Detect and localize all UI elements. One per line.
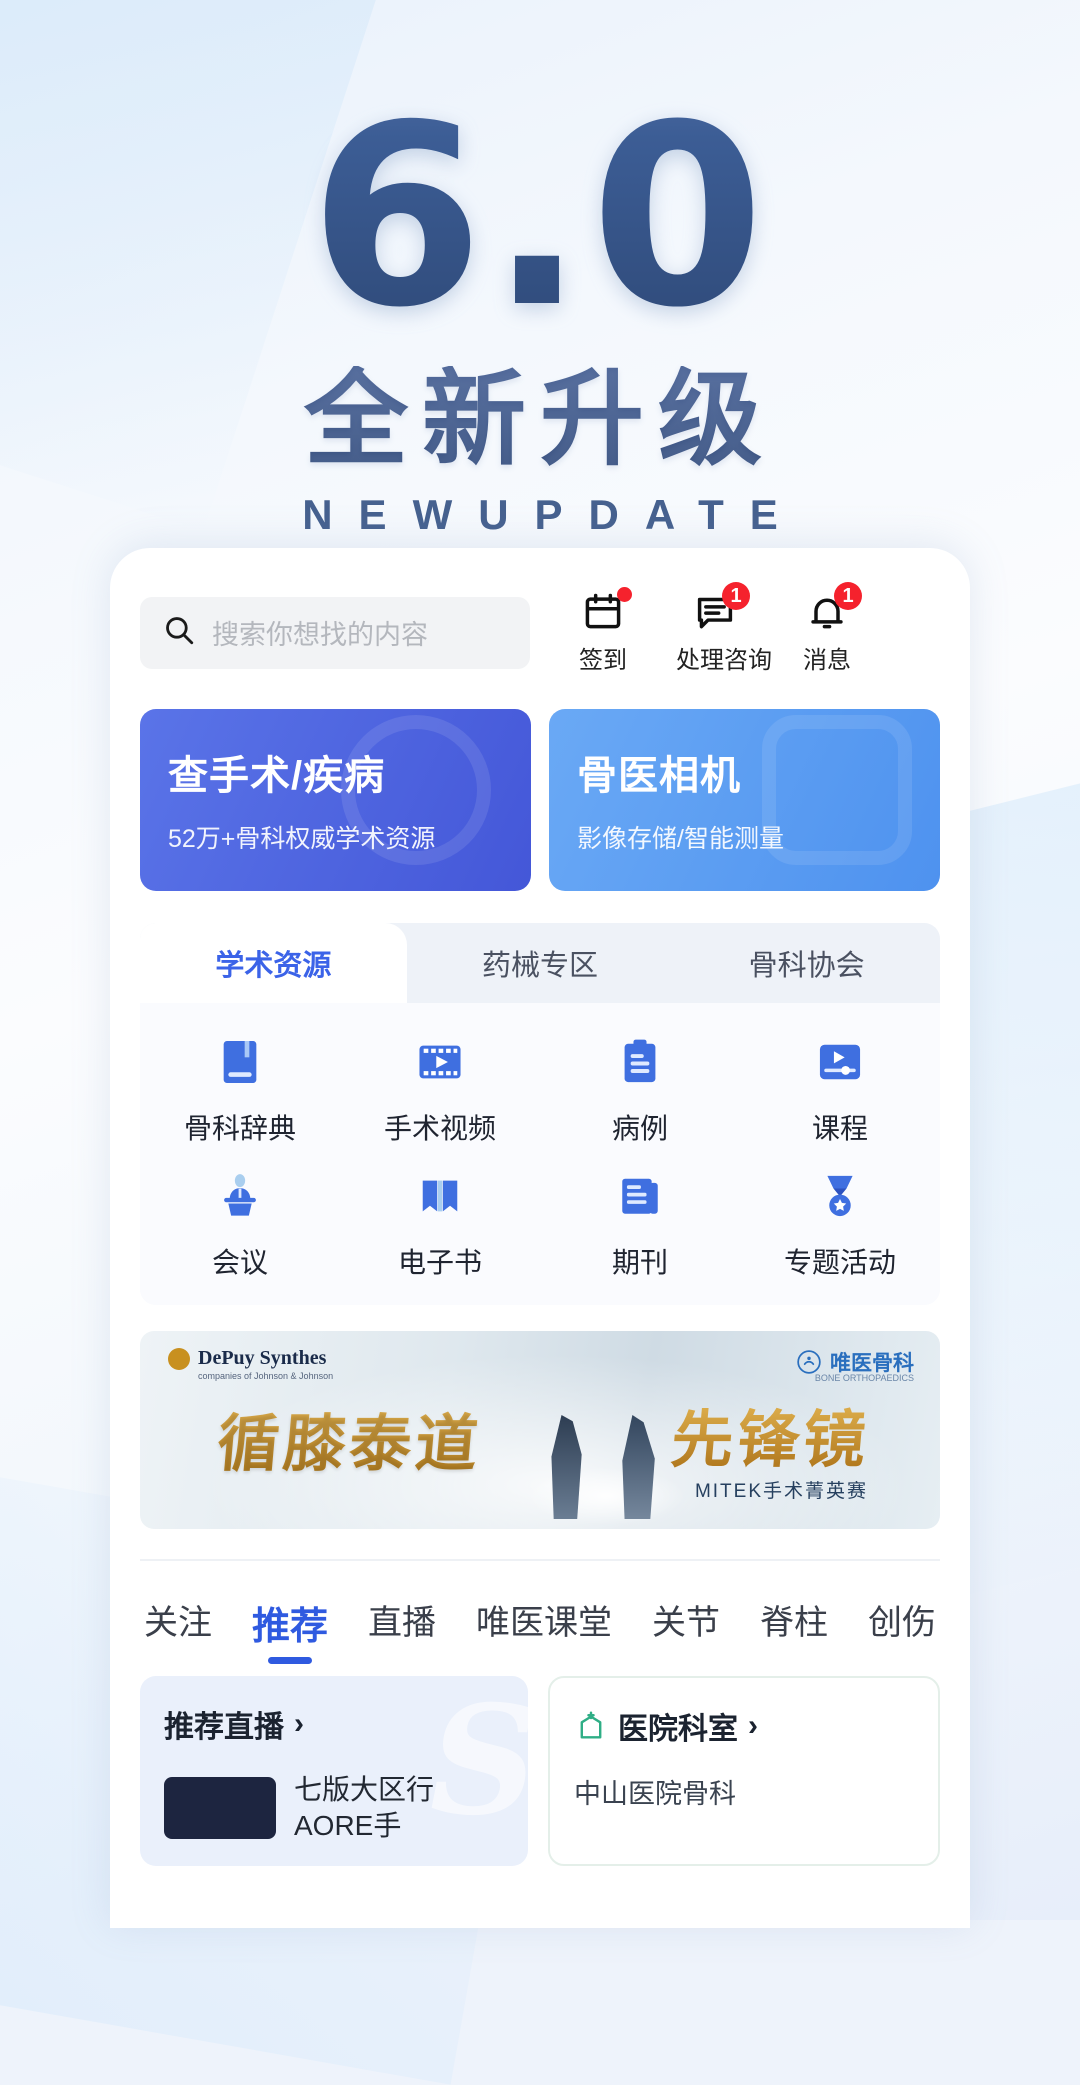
bell-icon: 1 <box>788 582 866 634</box>
feed-card-hospital-department[interactable]: 医院科室 › 中山医院骨科 <box>548 1676 940 1866</box>
promo-glow <box>526 1467 686 1525</box>
grid-label-journal: 期刊 <box>611 1247 668 1278</box>
search-icon <box>162 613 196 652</box>
grid-item-conference[interactable]: 会议 <box>140 1163 340 1281</box>
grid-label-surgery-video: 手术视频 <box>383 1113 496 1144</box>
consult-badge: 1 <box>722 582 750 610</box>
messages-label: 消息 <box>803 647 851 674</box>
message-board-icon: 1 <box>676 582 754 634</box>
tab-ortho-association[interactable]: 骨科协会 <box>673 923 940 1003</box>
banner-ghost-shape-2 <box>762 715 912 865</box>
feed-tabs: 关注 推荐 直播 唯医课堂 关节 脊柱 创伤 <box>140 1561 940 1666</box>
film-play-icon <box>340 1029 540 1095</box>
promo-brand-left-name: DePuy Synthes <box>198 1347 327 1369</box>
feed-card-1-title: 推荐直播 <box>164 1711 284 1744</box>
feed-card-2-title: 医院科室 <box>618 1713 738 1746</box>
hospital-icon <box>580 1711 602 1739</box>
grid-label-case: 病例 <box>611 1113 668 1144</box>
journal-icon <box>540 1163 740 1229</box>
video-slider-icon <box>740 1029 940 1095</box>
feed-card-2-text: 中山医院骨科 <box>574 1779 736 1809</box>
search-placeholder: 搜索你想找的内容 <box>212 620 428 650</box>
grid-item-ebook[interactable]: 电子书 <box>340 1163 540 1281</box>
chevron-right-icon-2: › <box>748 1709 758 1742</box>
podium-speaker-icon <box>140 1163 340 1229</box>
feed-tab-follow[interactable]: 关注 <box>144 1595 212 1660</box>
grid-label-dictionary: 骨科辞典 <box>183 1113 296 1144</box>
promo-title-left: 循膝泰道 <box>214 1393 486 1483</box>
consult-action[interactable]: 1 处理咨询 <box>676 582 772 675</box>
app-header: 搜索你想找的内容 签到 1 处理咨询 1 消息 <box>140 582 940 675</box>
grid-item-dictionary[interactable]: 骨科辞典 <box>140 1029 340 1147</box>
messages-badge: 1 <box>834 582 862 610</box>
calendar-icon <box>564 587 642 634</box>
promo-brand-left: DePuy Synthes companies of Johnson & Joh… <box>168 1347 333 1381</box>
app-screen: 搜索你想找的内容 签到 1 处理咨询 1 消息 查手术/疾病 52万+骨科权威学… <box>110 548 970 1866</box>
phone-screenshot-card: 搜索你想找的内容 签到 1 处理咨询 1 消息 查手术/疾病 52万+骨科权威学… <box>110 548 970 1928</box>
book-icon <box>140 1029 340 1095</box>
promo-title-right: 先锋镜 <box>668 1389 874 1479</box>
resource-panel: 学术资源 药械专区 骨科协会 骨科辞典 手术视频 病例 课程 会议 电子书 期刊… <box>140 923 940 1305</box>
feed-card-2-header: 医院科室 › <box>574 1704 914 1748</box>
hero-subheadline: NEWUPDATE <box>302 491 804 539</box>
feed-card-1-thumbnail <box>164 1777 276 1840</box>
chevron-right-icon: › <box>294 1707 304 1740</box>
feed-card-watermark: S <box>429 1676 528 1849</box>
grid-item-surgery-video[interactable]: 手术视频 <box>340 1029 540 1147</box>
open-book-icon <box>340 1163 540 1229</box>
promo-caption: MITEK手术菁英赛 <box>694 1481 868 1502</box>
header-actions: 签到 1 处理咨询 1 消息 <box>564 582 866 675</box>
feed-tab-joint[interactable]: 关节 <box>652 1595 720 1660</box>
grid-label-conference: 会议 <box>211 1247 268 1278</box>
clipboard-icon <box>540 1029 740 1095</box>
tab-academic-resources[interactable]: 学术资源 <box>140 923 407 1003</box>
search-input[interactable]: 搜索你想找的内容 <box>140 596 530 669</box>
promo-brand-left-sub: companies of Johnson & Johnson <box>198 1371 334 1381</box>
banner-ortho-camera[interactable]: 骨医相机 影像存储/智能测量 <box>549 709 940 891</box>
feed-tab-live[interactable]: 直播 <box>368 1595 436 1660</box>
banner-search-surgery[interactable]: 查手术/疾病 52万+骨科权威学术资源 <box>140 709 531 891</box>
promo-image-banner[interactable]: DePuy Synthes companies of Johnson & Joh… <box>140 1331 940 1529</box>
grid-item-course[interactable]: 课程 <box>740 1029 940 1147</box>
grid-item-special-activity[interactable]: 专题活动 <box>740 1163 940 1281</box>
feed-tab-trauma[interactable]: 创伤 <box>868 1595 936 1660</box>
grid-label-course: 课程 <box>811 1113 868 1144</box>
version-number: 6.0 <box>0 0 1080 342</box>
messages-action[interactable]: 1 消息 <box>788 582 866 675</box>
grid-item-journal[interactable]: 期刊 <box>540 1163 740 1281</box>
promo-brand-right: 唯医骨科 BONE ORTHOPAEDICS <box>796 1347 914 1383</box>
medal-icon <box>740 1163 940 1229</box>
checkin-action[interactable]: 签到 <box>564 587 642 675</box>
feed-card-recommended-live[interactable]: S 推荐直播 › 七版大区行 AORE手 <box>140 1676 528 1866</box>
grid-label-special-activity: 专题活动 <box>783 1247 896 1278</box>
feed-card-row: S 推荐直播 › 七版大区行 AORE手 医院科室 › 中山医院骨科 <box>140 1676 940 1866</box>
hero-headline: 全新升级 <box>0 365 1080 475</box>
grid-item-case[interactable]: 病例 <box>540 1029 740 1147</box>
weiyi-logo-icon <box>797 1350 821 1374</box>
tab-drug-device-zone[interactable]: 药械专区 <box>407 923 674 1003</box>
feed-tab-classroom[interactable]: 唯医课堂 <box>476 1595 612 1660</box>
checkin-label: 签到 <box>579 647 627 674</box>
feed-tab-recommend[interactable]: 推荐 <box>252 1595 328 1666</box>
feed-tab-spine[interactable]: 脊柱 <box>760 1595 828 1660</box>
checkin-dot-badge <box>617 587 632 602</box>
depuy-logo-icon <box>168 1347 190 1370</box>
grid-label-ebook: 电子书 <box>397 1247 482 1278</box>
promo-banner-row: 查手术/疾病 52万+骨科权威学术资源 骨医相机 影像存储/智能测量 <box>140 709 940 891</box>
panel-tabs: 学术资源 药械专区 骨科协会 <box>140 923 940 1003</box>
banner-ghost-shape <box>341 715 491 865</box>
resource-grid: 骨科辞典 手术视频 病例 课程 会议 电子书 期刊 专题活动 <box>140 1003 940 1305</box>
consult-label: 处理咨询 <box>676 647 772 674</box>
hero-section: 6.0 全新升级 NEWUPDATE <box>0 0 1080 560</box>
promo-brand-right-sub: BONE ORTHOPAEDICS <box>814 1373 914 1383</box>
